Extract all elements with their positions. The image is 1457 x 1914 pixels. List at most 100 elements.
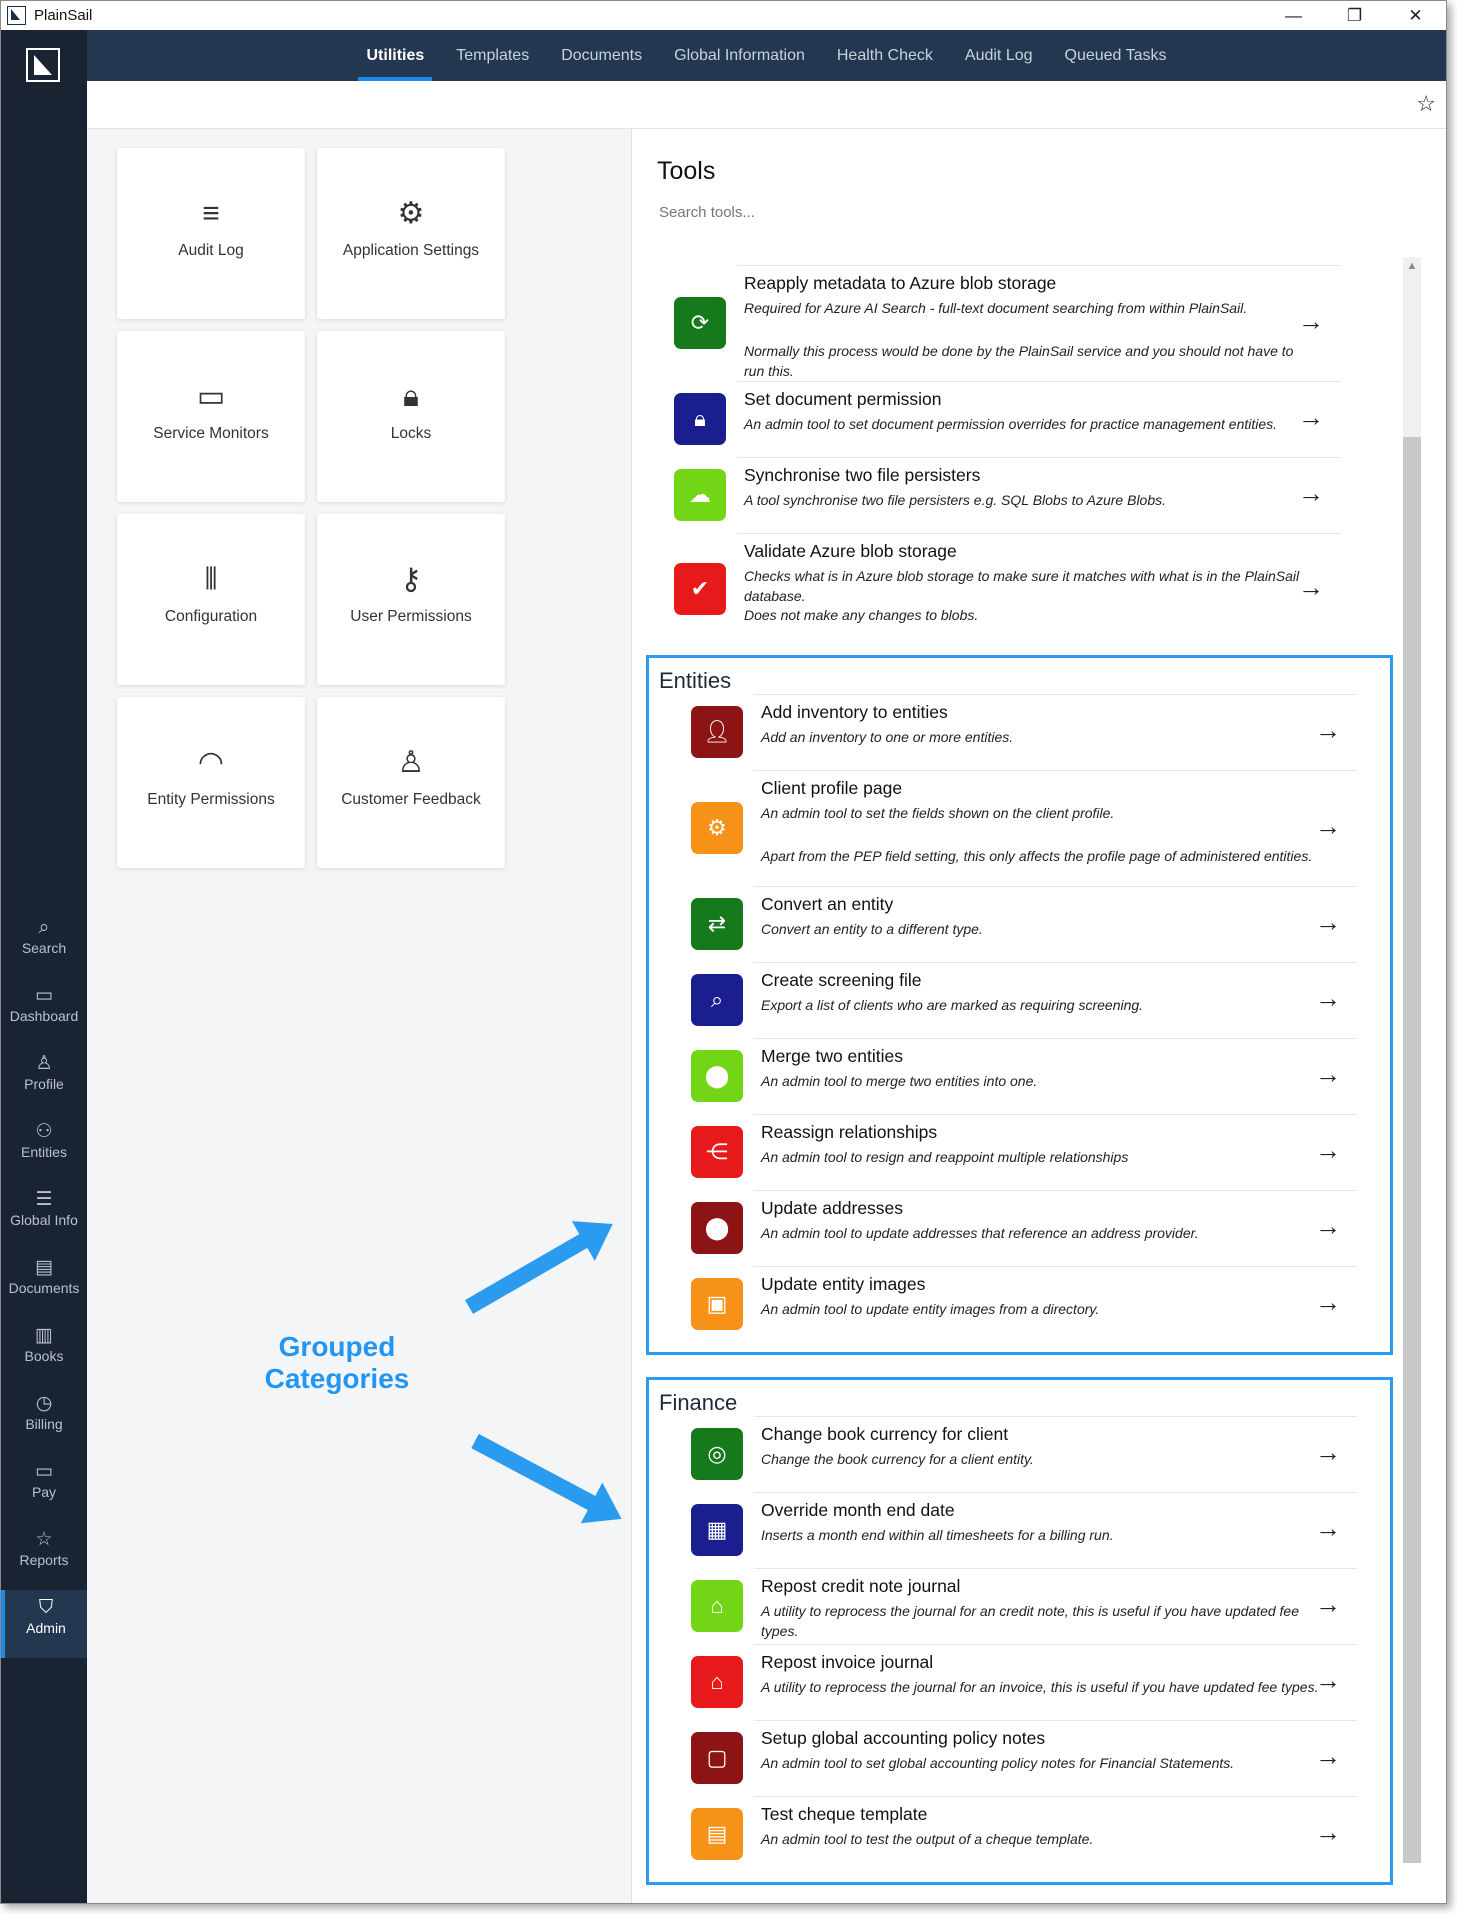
tool-row[interactable]: ▦ Override month end date Inserts a month … — [649, 1492, 1369, 1568]
open-tool-arrow-icon[interactable]: → — [1315, 907, 1341, 938]
row-divider — [754, 1266, 1357, 1267]
tool-row[interactable]: ⬤ Merge two entities An admin tool to merg… — [649, 1038, 1369, 1114]
tool-description: An admin tool to set the fields shown on… — [761, 805, 1115, 821]
rail-item-8[interactable]: ▭ Pay — [1, 1454, 87, 1522]
row-divider — [754, 1796, 1357, 1797]
rail-item-9[interactable]: ☆ Reports — [1, 1522, 87, 1590]
minimize-button[interactable]: — — [1263, 1, 1324, 30]
rail-item-10[interactable]: ⛉ Admin — [1, 1590, 87, 1658]
tool-title: Convert an entity — [761, 894, 894, 914]
tool-row[interactable]: 🔒︎ Set document permission An admin tool t… — [632, 381, 1352, 457]
tile-3[interactable]: 🔒︎ Locks — [317, 331, 505, 502]
open-tool-arrow-icon[interactable]: → — [1315, 1437, 1341, 1468]
share-icon: ⋲ — [691, 1126, 743, 1178]
row-divider — [754, 1568, 1357, 1569]
tool-description: Checks what is in Azure blob storage to … — [744, 568, 1300, 604]
tool-row[interactable]: ✔ Validate Azure blob storage Checks what … — [632, 533, 1352, 645]
open-tool-arrow-icon[interactable]: → — [1315, 983, 1341, 1014]
rail-item-0[interactable]: ⌕ Search — [1, 910, 87, 978]
tab-6[interactable]: Queued Tasks — [1049, 30, 1183, 81]
rail-item-5[interactable]: ▤ Documents — [1, 1250, 87, 1318]
tool-row[interactable]: ⌂ Repost invoice journal A utility to repr… — [649, 1644, 1369, 1720]
plainsail-logo[interactable] — [26, 48, 60, 82]
tool-row[interactable]: ⚙ Client profile page An admin tool to set… — [649, 770, 1369, 886]
scroll-thumb[interactable] — [1403, 437, 1421, 1863]
open-tool-arrow-icon[interactable]: → — [1315, 1589, 1341, 1620]
rail-item-4[interactable]: ☰ Global Info — [1, 1182, 87, 1250]
tab-4[interactable]: Health Check — [821, 30, 949, 81]
open-tool-arrow-icon[interactable]: → — [1315, 1817, 1341, 1848]
tile-0[interactable]: ≡ Audit Log — [117, 148, 305, 319]
rail-item-3[interactable]: ⚇ Entities — [1, 1114, 87, 1182]
tab-0[interactable]: Utilities — [350, 30, 440, 81]
open-tool-arrow-icon[interactable]: → — [1298, 402, 1324, 433]
row-divider — [754, 1644, 1357, 1645]
open-tool-arrow-icon[interactable]: → — [1298, 306, 1324, 337]
tool-row[interactable]: 👤︎ Add inventory to entities Add an invent… — [649, 694, 1369, 770]
open-tool-arrow-icon[interactable]: → — [1298, 572, 1324, 603]
rail-item-1[interactable]: ▭ Dashboard — [1, 978, 87, 1046]
tool-row[interactable]: ⟳ Reapply metadata to Azure blob storage R… — [632, 265, 1352, 381]
cloud-icon: ☁ — [674, 469, 726, 521]
open-tool-arrow-icon[interactable]: → — [1298, 478, 1324, 509]
close-button[interactable]: ✕ — [1385, 1, 1446, 30]
tools-search-input[interactable] — [659, 204, 959, 221]
tab-1[interactable]: Templates — [440, 30, 545, 81]
rail-item-label: Entities — [21, 1144, 67, 1160]
rail-item-7[interactable]: ◷ Billing — [1, 1386, 87, 1454]
row-divider — [754, 694, 1357, 695]
tile-7[interactable]: ♙ Customer Feedback — [317, 697, 505, 868]
tool-row[interactable]: ⋲ Reassign relationships An admin tool to … — [649, 1114, 1369, 1190]
open-tool-arrow-icon[interactable]: → — [1315, 1211, 1341, 1242]
tool-title: Add inventory to entities — [761, 702, 948, 722]
tile-1[interactable]: ⚙ Application Settings — [317, 148, 505, 319]
open-tool-arrow-icon[interactable]: → — [1315, 1059, 1341, 1090]
row-divider — [737, 381, 1340, 382]
open-tool-arrow-icon[interactable]: → — [1315, 1287, 1341, 1318]
rail-item-label: Books — [24, 1348, 64, 1364]
tool-description: An admin tool to set global accounting p… — [761, 1755, 1235, 1771]
bank-icon: ⌂ — [691, 1580, 743, 1632]
tool-row[interactable]: ▢ Setup global accounting policy notes An … — [649, 1720, 1369, 1796]
open-tool-arrow-icon[interactable]: → — [1315, 1513, 1341, 1544]
tab-3[interactable]: Global Information — [658, 30, 821, 81]
tool-row[interactable]: ◎ Change book currency for client Change t… — [649, 1416, 1369, 1492]
tool-row[interactable]: ▤ Test cheque template An admin tool to te… — [649, 1796, 1369, 1872]
tile-7-icon: ♙ — [397, 746, 425, 779]
restore-button[interactable]: ❐ — [1324, 1, 1385, 30]
tile-2[interactable]: ▭ Service Monitors — [117, 331, 305, 502]
tile-6[interactable]: ◠ Entity Permissions — [117, 697, 305, 868]
scroll-up-icon[interactable]: ▲ — [1403, 257, 1421, 275]
tool-row[interactable]: ⌂ Repost credit note journal A utility to … — [649, 1568, 1369, 1644]
rail-item-2[interactable]: ♙ Profile — [1, 1046, 87, 1114]
tab-5[interactable]: Audit Log — [949, 30, 1049, 81]
row-divider — [754, 1416, 1357, 1417]
tools-scrollbar[interactable]: ▲ — [1403, 257, 1421, 1863]
open-tool-arrow-icon[interactable]: → — [1315, 1741, 1341, 1772]
annotation-arrow-finance — [471, 1433, 603, 1514]
tool-row[interactable]: ☁ Synchronise two file persisters A tool s… — [632, 457, 1352, 533]
rail-1-icon: ▭ — [35, 985, 53, 1006]
tool-row[interactable]: ▣ Update entity images An admin tool to up… — [649, 1266, 1369, 1342]
tile-label: Audit Log — [178, 242, 244, 259]
tool-row[interactable]: ⌕ Create screening file Export a list of c… — [649, 962, 1369, 1038]
tile-5[interactable]: ⚷ User Permissions — [317, 514, 505, 685]
rail-4-icon: ☰ — [35, 1189, 53, 1210]
tool-row[interactable]: ⬤ Update addresses An admin tool to update… — [649, 1190, 1369, 1266]
calendar-icon: ▦ — [691, 1504, 743, 1556]
tool-row[interactable]: ⇄ Convert an entity Convert an entity to a… — [649, 886, 1369, 962]
rail-item-6[interactable]: ▥ Books — [1, 1318, 87, 1386]
open-tool-arrow-icon[interactable]: → — [1315, 811, 1341, 842]
favourites-icon[interactable]: ☆ — [1416, 91, 1436, 117]
row-divider — [754, 1190, 1357, 1191]
category-title: Finance — [659, 1390, 738, 1415]
tile-4[interactable]: ⫴ Configuration — [117, 514, 305, 685]
open-tool-arrow-icon[interactable]: → — [1315, 1135, 1341, 1166]
tile-label: Customer Feedback — [341, 791, 481, 808]
open-tool-arrow-icon[interactable]: → — [1315, 1665, 1341, 1696]
open-tool-arrow-icon[interactable]: → — [1315, 715, 1341, 746]
row-divider — [754, 1038, 1357, 1039]
tile-label: Configuration — [164, 608, 258, 625]
tab-2[interactable]: Documents — [545, 30, 658, 81]
tool-description: A tool synchronise two file persisters e… — [744, 492, 1167, 508]
